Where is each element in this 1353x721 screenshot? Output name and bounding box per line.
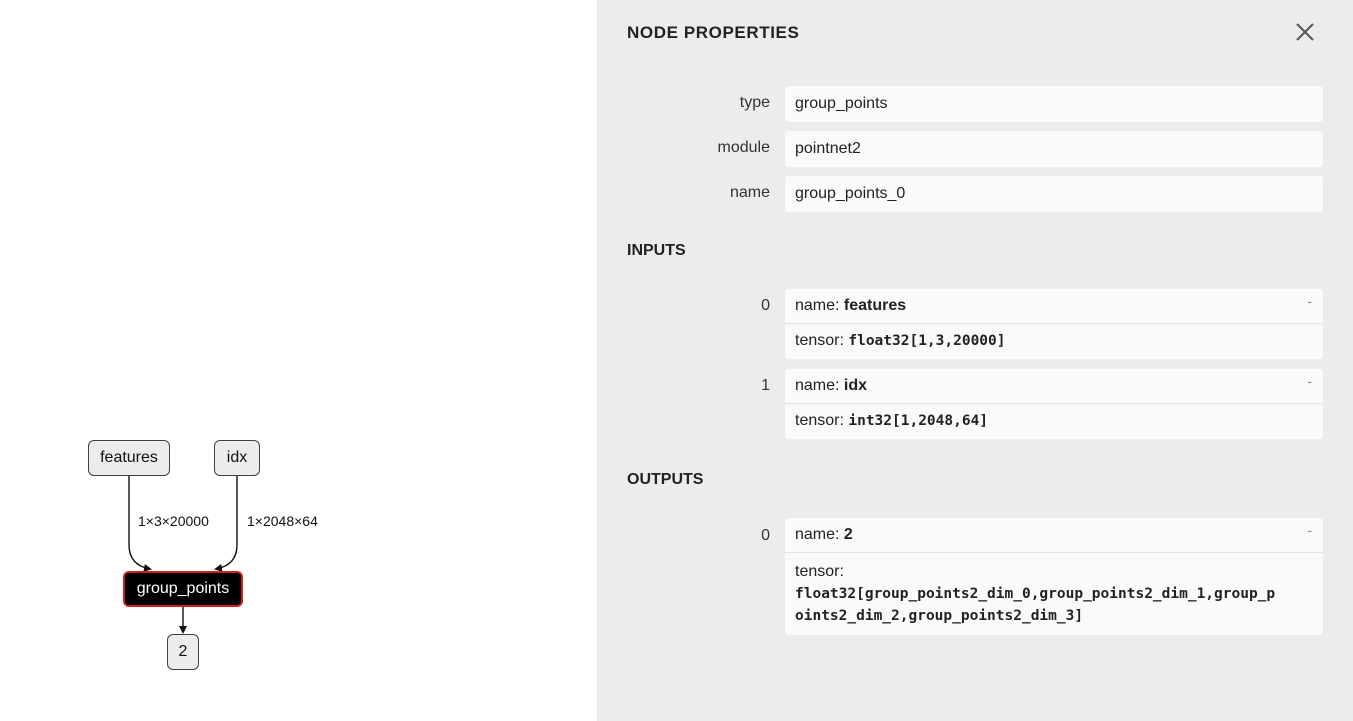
expand-toggle[interactable]: - (1307, 522, 1312, 538)
graph-edges (128, 476, 238, 634)
input-argument-features[interactable]: name: features - tensor: float32[1,3,200… (785, 289, 1323, 359)
graph-node-output-2[interactable]: 2 (167, 634, 199, 670)
argument-tensor-prefix: tensor: (795, 412, 849, 429)
input-index: 0 (761, 297, 770, 314)
graph-node-group-points-selected[interactable]: group_points (123, 571, 243, 607)
argument-name: idx (843, 377, 868, 394)
property-label-type: type (739, 94, 770, 111)
argument-name-row: name: 2 - (785, 518, 1323, 553)
panel-title: NODE PROPERTIES (627, 23, 800, 42)
graph-node-idx[interactable]: idx (214, 440, 260, 476)
input-index: 1 (761, 377, 770, 394)
edge-label-idx: 1×2048×64 (247, 513, 318, 529)
close-button[interactable] (1293, 18, 1317, 44)
input-argument-idx[interactable]: name: idx - tensor: int32[1,2048,64] (785, 369, 1323, 439)
argument-tensor-type: float32[1,3,20000] (848, 333, 1006, 349)
argument-tensor-prefix: tensor: (795, 563, 844, 580)
argument-name: 2 (843, 526, 853, 543)
argument-tensor-type: int32[1,2048,64] (848, 413, 989, 429)
argument-name-row: name: idx - (785, 369, 1323, 404)
close-icon (1296, 23, 1314, 41)
argument-tensor-row: tensor: int32[1,2048,64] (785, 404, 1323, 439)
argument-name-prefix: name: (795, 526, 844, 543)
argument-tensor-prefix: tensor: (795, 332, 849, 349)
graph-node-features[interactable]: features (88, 440, 170, 476)
property-value-module[interactable]: pointnet2 (785, 131, 1323, 167)
outputs-heading: OUTPUTS (627, 471, 704, 488)
expand-toggle[interactable]: - (1307, 373, 1312, 389)
property-label-name: name (729, 184, 770, 201)
argument-name: features (843, 297, 907, 314)
output-argument-2[interactable]: name: 2 - tensor: float32[group_points2_… (785, 518, 1323, 635)
property-label-module: module (717, 139, 770, 156)
argument-name-prefix: name: (795, 377, 844, 394)
output-index: 0 (761, 527, 770, 544)
argument-name-row: name: features - (785, 289, 1323, 324)
property-value-type[interactable]: group_points (785, 86, 1323, 122)
node-properties-panel: NODE PROPERTIES type group_points module… (597, 0, 1353, 721)
inputs-heading: INPUTS (627, 242, 686, 259)
expand-toggle[interactable]: - (1307, 293, 1312, 309)
property-value-name[interactable]: group_points_0 (785, 176, 1323, 212)
edge-label-features: 1×3×20000 (138, 513, 209, 529)
graph-canvas[interactable]: features idx 1×3×20000 1×2048×64 group_p… (0, 0, 597, 721)
argument-name-prefix: name: (795, 297, 844, 314)
edge-idx-to-group (214, 476, 238, 572)
argument-tensor-row: tensor: float32[group_points2_dim_0,grou… (785, 553, 1323, 635)
argument-tensor-row: tensor: float32[1,3,20000] (785, 324, 1323, 359)
argument-tensor-type: float32[group_points2_dim_0,group_points… (795, 586, 1276, 624)
